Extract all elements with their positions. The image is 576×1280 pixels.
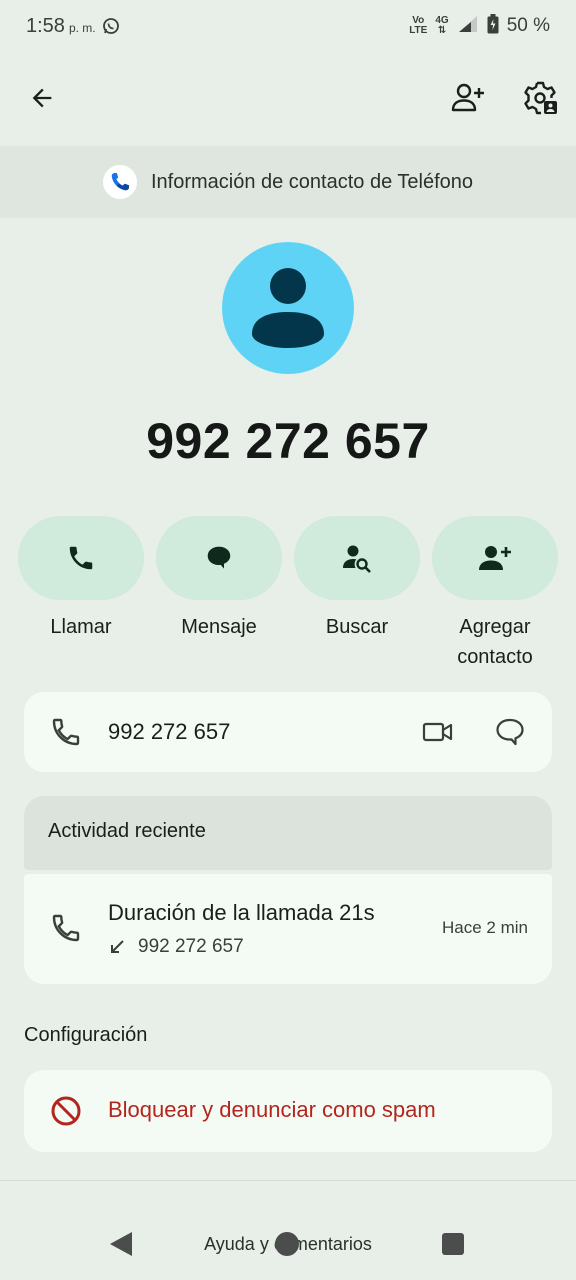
avatar xyxy=(222,242,354,374)
divider xyxy=(0,1180,576,1181)
status-bar: 1:58 p. m. Vo LTE 4G ⇅ 50 % xyxy=(0,0,576,52)
chat-bubble-icon xyxy=(496,718,524,746)
contact-source-banner: Información de contacto de Teléfono xyxy=(0,146,576,218)
message-number-button[interactable] xyxy=(486,708,534,756)
search-button[interactable] xyxy=(294,516,420,600)
nav-home-button[interactable] xyxy=(275,1232,299,1256)
action-search[interactable]: Buscar xyxy=(294,516,420,642)
contact-number-title: 992 272 657 xyxy=(146,413,430,469)
back-button[interactable] xyxy=(18,74,66,122)
battery-percent: 50 % xyxy=(506,15,550,36)
incoming-call-arrow-icon xyxy=(111,940,124,953)
whatsapp-icon xyxy=(102,17,120,35)
signal-icon xyxy=(457,14,479,39)
network-type-indicator: 4G ⇅ xyxy=(435,15,449,36)
block-report-spam-button[interactable]: Bloquear y denunciar como spam xyxy=(24,1070,552,1152)
message-icon xyxy=(207,546,231,569)
person-add-icon xyxy=(451,83,484,112)
phone-icon xyxy=(69,546,93,570)
status-ampm: p. m. xyxy=(68,21,96,35)
block-report-spam-label: Bloquear y denunciar como spam xyxy=(108,1097,436,1122)
person-add-icon xyxy=(479,546,511,570)
phone-number-text: 992 272 657 xyxy=(108,719,231,744)
phone-number-card[interactable]: 992 272 657 xyxy=(24,692,552,772)
battery-icon xyxy=(487,13,499,39)
phone-icon xyxy=(52,718,80,746)
status-time: 1:58 xyxy=(26,14,65,37)
quick-actions: Llamar Mensaje Buscar Agregar contacto xyxy=(18,516,558,676)
action-label: Llamar xyxy=(50,616,112,638)
recent-activity-item[interactable]: Duración de la llamada 21s 992 272 657 H… xyxy=(24,874,552,984)
recent-activity-header: Actividad reciente xyxy=(24,796,552,870)
call-time: Hace 2 min xyxy=(442,918,528,937)
phone-app-logo-icon xyxy=(102,165,137,199)
phone-icon xyxy=(52,914,80,942)
action-label: Mensaje xyxy=(181,616,257,638)
call-button[interactable] xyxy=(18,516,144,600)
action-call[interactable]: Llamar xyxy=(18,516,144,642)
nav-recents-button[interactable] xyxy=(442,1233,464,1255)
action-message[interactable]: Mensaje xyxy=(156,516,282,642)
nav-back-button[interactable] xyxy=(108,1230,134,1263)
add-contact-action-button[interactable] xyxy=(432,516,558,600)
nav-back-icon xyxy=(110,1232,132,1256)
banner-text: Información de contacto de Teléfono xyxy=(150,170,474,193)
video-call-button[interactable] xyxy=(414,708,462,756)
block-icon xyxy=(51,1096,81,1126)
contact-settings-button[interactable] xyxy=(517,74,565,122)
action-label: Agregar contacto xyxy=(457,616,533,668)
videocam-icon xyxy=(422,722,453,742)
person-search-icon xyxy=(343,545,371,573)
settings-account-icon xyxy=(524,81,557,115)
add-contact-button[interactable] xyxy=(444,74,492,122)
call-number: 992 272 657 xyxy=(138,936,244,957)
action-add-contact[interactable]: Agregar contacto xyxy=(432,516,558,672)
recent-activity-title: Actividad reciente xyxy=(48,820,206,842)
volte-indicator: Vo LTE xyxy=(409,15,428,36)
call-number-row: 992 272 657 xyxy=(108,936,244,958)
message-button[interactable] xyxy=(156,516,282,600)
arrow-left-icon xyxy=(32,88,52,108)
person-icon xyxy=(252,268,324,348)
action-label: Buscar xyxy=(325,616,389,638)
app-bar xyxy=(0,70,576,130)
settings-heading: Configuración xyxy=(24,1024,148,1046)
call-duration: Duración de la llamada 21s xyxy=(108,900,375,925)
